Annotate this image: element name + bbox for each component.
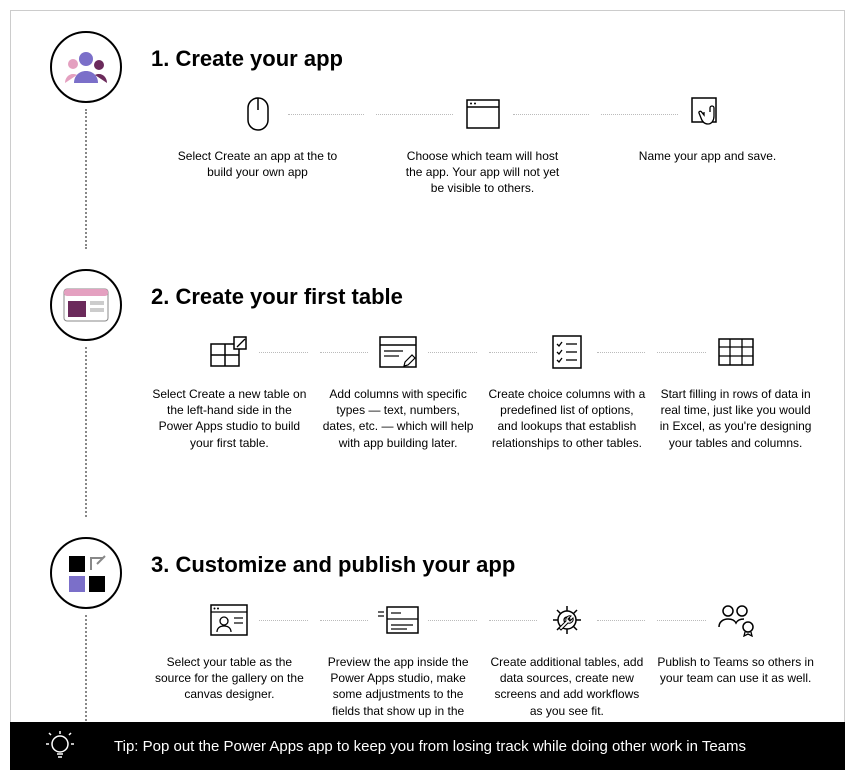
step-1-2-text: Choose which team will host the app. You… xyxy=(403,148,563,197)
preview-user-icon xyxy=(210,604,248,636)
step-2-2: Add columns with specific types — text, … xyxy=(320,328,477,451)
people-icon xyxy=(64,49,108,85)
new-table-icon xyxy=(210,336,248,368)
section-1-body: 1. Create your app Select Create an app … xyxy=(131,31,814,197)
infographic-container: 1. Create your app Select Create an app … xyxy=(10,10,845,758)
lightbulb-icon xyxy=(46,730,74,762)
apps-icon xyxy=(65,552,107,594)
team-badge-icon xyxy=(716,603,756,637)
step-3-3: Create additional tables, add data sourc… xyxy=(489,596,646,735)
step-2-1-text: Select Create a new table on the left-ha… xyxy=(151,386,308,451)
step-2-1: Select Create a new table on the left-ha… xyxy=(151,328,308,451)
section-1-title: 1. Create your app xyxy=(151,46,814,72)
section-3-title: 3. Customize and publish your app xyxy=(151,552,814,578)
step-1-2: Choose which team will host the app. You… xyxy=(376,90,589,197)
tap-icon xyxy=(690,96,726,132)
step-3-3-text: Create additional tables, add data sourc… xyxy=(489,654,646,719)
section-3-body: 3. Customize and publish your app Select… xyxy=(131,537,814,735)
section-2-rail xyxy=(41,269,131,517)
tip-text: Tip: Pop out the Power Apps app to keep … xyxy=(114,738,746,755)
section-1-steps: Select Create an app at the to build you… xyxy=(151,90,814,197)
step-1-3-text: Name your app and save. xyxy=(639,148,776,164)
form-edit-icon xyxy=(379,336,417,368)
step-2-3-text: Create choice columns with a predefined … xyxy=(489,386,646,451)
step-3-4: Publish to Teams so others in your team … xyxy=(657,596,814,735)
connector-line xyxy=(85,109,87,249)
gear-wrench-icon xyxy=(549,602,585,638)
section-2: 2. Create your first table Select Create… xyxy=(41,269,814,517)
section-1: 1. Create your app Select Create an app … xyxy=(41,31,814,249)
form-lines-icon xyxy=(377,606,419,634)
section-2-body: 2. Create your first table Select Create… xyxy=(131,269,814,451)
step-2-4: Start filling in rows of data in real ti… xyxy=(657,328,814,451)
step-2-4-text: Start filling in rows of data in real ti… xyxy=(657,386,814,451)
step-3-4-text: Publish to Teams so others in your team … xyxy=(657,654,814,686)
step-3-1-text: Select your table as the source for the … xyxy=(151,654,308,703)
checklist-icon xyxy=(552,335,582,369)
mouse-icon xyxy=(246,96,270,132)
section-2-steps: Select Create a new table on the left-ha… xyxy=(151,328,814,451)
step-1-3: Name your app and save. xyxy=(601,90,814,197)
grid-icon xyxy=(718,338,754,366)
section-1-circle xyxy=(50,31,122,103)
section-3-circle xyxy=(50,537,122,609)
table-card-icon xyxy=(63,288,109,322)
step-3-2: Preview the app inside the Power Apps st… xyxy=(320,596,477,735)
section-3-steps: Select your table as the source for the … xyxy=(151,596,814,735)
tip-bar: Tip: Pop out the Power Apps app to keep … xyxy=(10,722,845,770)
step-1-1-text: Select Create an app at the to build you… xyxy=(178,148,338,180)
section-1-rail xyxy=(41,31,131,249)
browser-icon xyxy=(466,99,500,129)
step-2-3: Create choice columns with a predefined … xyxy=(489,328,646,451)
step-3-1: Select your table as the source for the … xyxy=(151,596,308,735)
step-2-2-text: Add columns with specific types — text, … xyxy=(320,386,477,451)
connector-line xyxy=(85,347,87,517)
step-1-1: Select Create an app at the to build you… xyxy=(151,90,364,197)
section-2-circle xyxy=(50,269,122,341)
section-2-title: 2. Create your first table xyxy=(151,284,814,310)
